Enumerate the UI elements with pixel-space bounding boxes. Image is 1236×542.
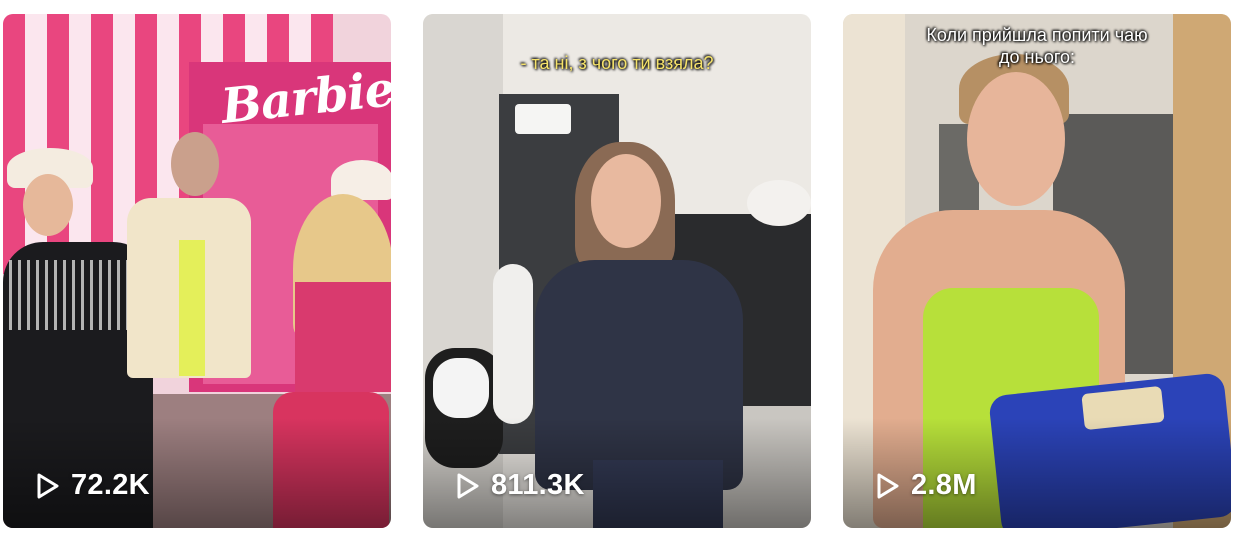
view-count-text: 811.3K [491, 469, 585, 501]
view-count: 811.3K [455, 469, 585, 502]
view-count: 72.2K [35, 469, 150, 502]
view-count: 2.8M [875, 469, 977, 502]
play-icon [457, 473, 479, 498]
video-card-1[interactable]: Barbie 72.2K [3, 14, 391, 528]
play-icon [877, 473, 899, 498]
play-icon [37, 473, 59, 498]
video-caption: - та ні, з чого ти взяла? [520, 53, 714, 73]
video-card-3[interactable]: Коли прийшла попити чаю до нього: 2.8M [843, 14, 1231, 528]
view-count-text: 72.2K [71, 469, 150, 501]
video-caption: Коли прийшла попити чаю до нього: [926, 25, 1148, 67]
video-grid: Barbie 72.2K - та ні, з чого ти взяла? 8… [0, 0, 1236, 542]
view-count-text: 2.8M [911, 469, 977, 501]
video-card-2[interactable]: - та ні, з чого ти взяла? 811.3K [423, 14, 811, 528]
